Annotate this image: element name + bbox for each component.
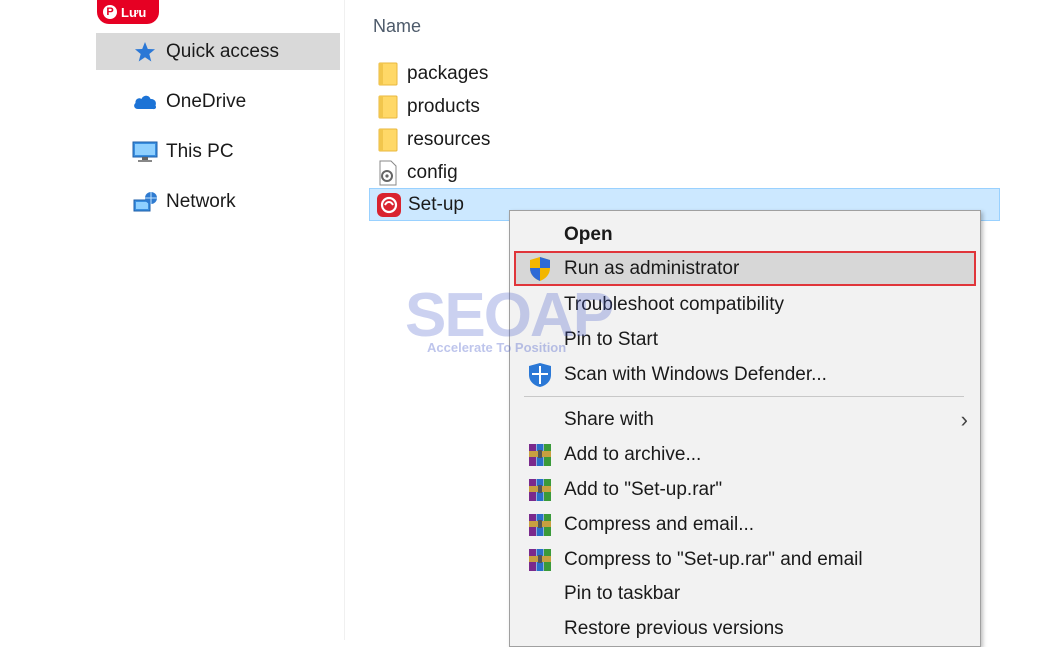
nav-label-network: Network (166, 190, 236, 212)
file-row-config[interactable]: config (369, 156, 1000, 189)
menu-item-compress-and-email[interactable]: Compress and email... (514, 507, 976, 542)
network-icon (132, 191, 158, 213)
winrar-icon (526, 546, 554, 574)
winrar-icon (526, 476, 554, 504)
context-menu: Open Run as administrator Troubleshoot c… (509, 210, 981, 647)
nav-label-quick-access: Quick access (166, 40, 279, 62)
defender-icon (526, 361, 554, 389)
nav-item-quick-access[interactable]: Quick access (96, 33, 340, 70)
file-name: packages (407, 62, 489, 84)
folder-icon (375, 61, 401, 87)
menu-item-add-to-setup-rar[interactable]: Add to "Set-up.rar" (514, 472, 976, 507)
column-header-name[interactable]: Name (373, 16, 421, 37)
setup-app-icon (376, 192, 402, 218)
pane-divider[interactable] (344, 0, 345, 640)
file-name: config (407, 161, 458, 183)
menu-item-scan-with-defender[interactable]: Scan with Windows Defender... (514, 357, 976, 392)
menu-item-pin-to-taskbar[interactable]: Pin to taskbar (514, 576, 976, 611)
menu-item-restore-previous-versions[interactable]: Restore previous versions (514, 611, 976, 646)
nav-item-onedrive[interactable]: OneDrive (96, 83, 340, 120)
menu-item-troubleshoot-compatibility[interactable]: Troubleshoot compatibility (514, 287, 976, 322)
file-row-products[interactable]: products (369, 90, 1000, 123)
chevron-right-icon: › (960, 406, 968, 432)
nav-item-this-pc[interactable]: This PC (96, 133, 340, 170)
menu-item-run-as-administrator[interactable]: Run as administrator (514, 251, 976, 286)
file-row-resources[interactable]: resources (369, 123, 1000, 156)
winrar-icon (526, 441, 554, 469)
nav-item-network[interactable]: Network (96, 183, 340, 220)
menu-item-add-to-archive[interactable]: Add to archive... (514, 437, 976, 472)
menu-item-compress-to-setup-rar-and-email[interactable]: Compress to "Set-up.rar" and email (514, 542, 976, 577)
monitor-icon (132, 141, 158, 163)
menu-item-pin-to-start[interactable]: Pin to Start (514, 322, 976, 357)
file-row-packages[interactable]: packages (369, 57, 1000, 90)
file-name: resources (407, 128, 491, 150)
settings-file-icon (375, 160, 401, 186)
folder-icon (375, 127, 401, 153)
menu-item-share-with[interactable]: Share with › (514, 402, 976, 437)
file-name: products (407, 95, 480, 117)
menu-separator (524, 396, 964, 397)
nav-label-onedrive: OneDrive (166, 90, 247, 112)
menu-item-open[interactable]: Open (514, 217, 976, 252)
file-name: Set-up (408, 193, 464, 215)
folder-icon (375, 94, 401, 120)
uac-shield-icon (526, 255, 554, 283)
nav-label-this-pc: This PC (166, 140, 234, 162)
winrar-icon (526, 511, 554, 539)
navigation-pane: Quick access OneDrive This PC Network (0, 0, 345, 647)
cloud-icon (132, 91, 158, 113)
star-icon (132, 41, 158, 63)
